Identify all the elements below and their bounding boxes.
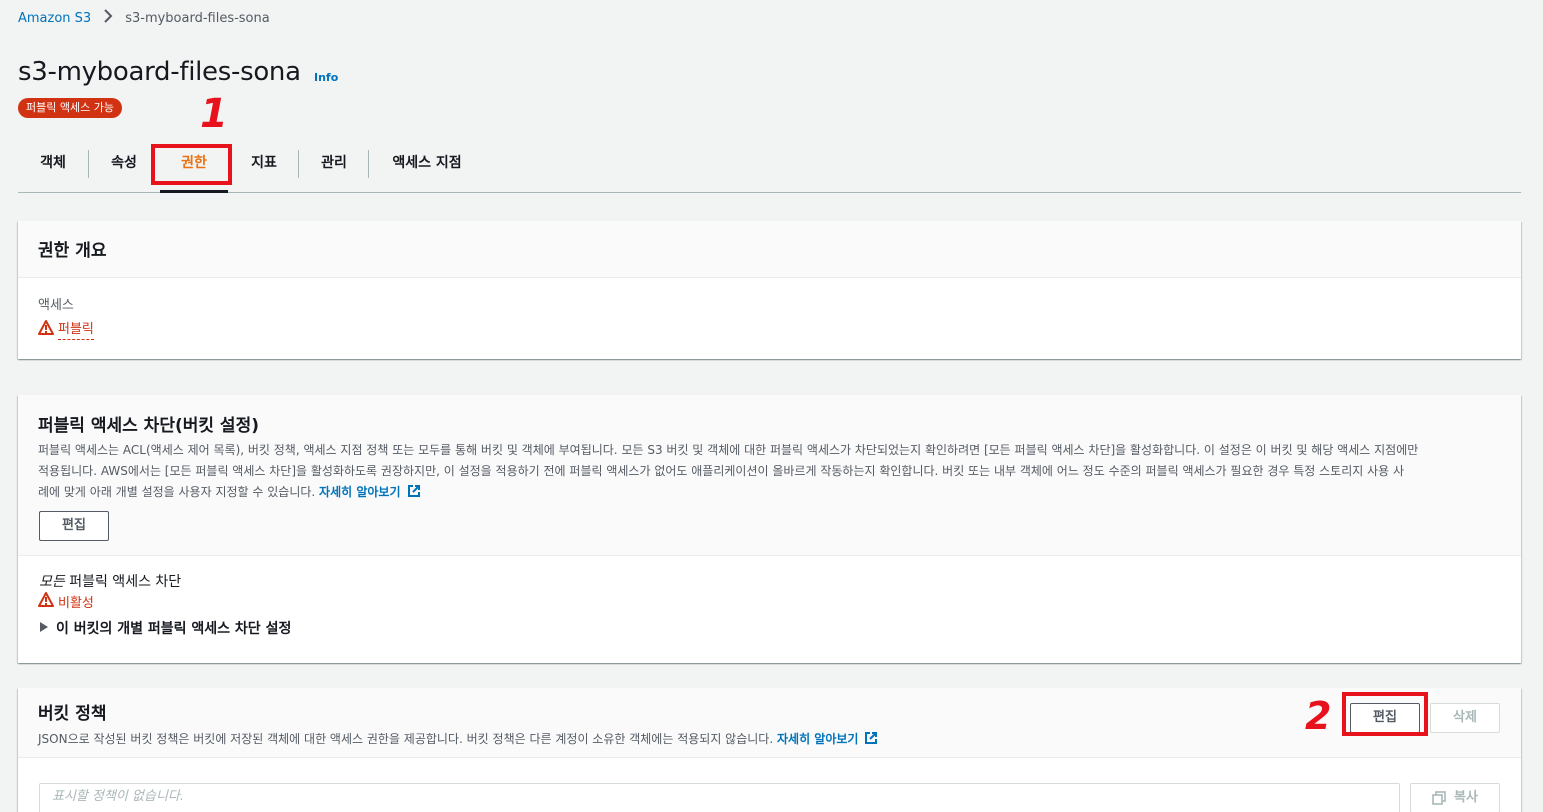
bucket-policy-delete-button[interactable]: 삭제 <box>1430 703 1500 733</box>
learn-more-text: 자세히 알아보기 <box>319 485 401 499</box>
all-block-label-italic: 모든 <box>39 574 65 590</box>
panel-header: 퍼블릭 액세스 차단(버킷 설정) 퍼블릭 액세스는 ACL(액세스 제어 목록… <box>18 395 1521 556</box>
copy-icon <box>1432 791 1446 805</box>
policy-editor[interactable]: 표시할 정책이 없습니다. <box>39 783 1400 812</box>
caret-right-icon <box>39 620 48 636</box>
warning-icon <box>38 592 58 611</box>
access-label: 액세스 <box>38 298 74 313</box>
copy-button-label: 복사 <box>1454 790 1478 805</box>
learn-more-link[interactable]: 자세히 알아보기 <box>777 732 878 746</box>
annotation-2: 2 <box>1305 694 1332 738</box>
panel-header: 버킷 정책 JSON으로 작성된 버킷 정책은 버킷에 저장된 객체에 대한 액… <box>18 688 1521 758</box>
access-value[interactable]: 퍼블릭 <box>38 318 94 340</box>
bucket-policy-panel: 버킷 정책 JSON으로 작성된 버킷 정책은 버킷에 저장된 객체에 대한 액… <box>18 688 1521 812</box>
block-public-access-panel: 퍼블릭 액세스 차단(버킷 설정) 퍼블릭 액세스는 ACL(액세스 제어 목록… <box>18 395 1521 663</box>
tab-properties[interactable]: 속성 <box>89 143 159 183</box>
tab-bar: 객체 속성 권한 지표 관리 액세스 지점 <box>18 143 1521 193</box>
breadcrumb-root-link[interactable]: Amazon S3 <box>18 11 91 26</box>
description-line: 적용됩니다. AWS에서는 [모든 퍼블릭 액세스 차단]을 활성화하도록 권장… <box>38 464 1405 478</box>
external-link-icon <box>864 731 878 752</box>
breadcrumb: Amazon S3 s3-myboard-files-sona <box>18 9 270 27</box>
description-text: JSON으로 작성된 버킷 정책은 버킷에 저장된 객체에 대한 액세스 권한을… <box>38 732 774 746</box>
panel-title: 권한 개요 <box>38 241 107 261</box>
chevron-right-icon <box>103 9 113 27</box>
active-tab-indicator <box>160 190 228 193</box>
policy-placeholder: 표시할 정책이 없습니다. <box>52 789 184 804</box>
block-status-text: 비활성 <box>58 596 94 611</box>
expander-label: 이 버킷의 개별 퍼블릭 액세스 차단 설정 <box>56 621 292 637</box>
description-line: 퍼블릭 액세스는 ACL(액세스 제어 목록), 버킷 정책, 액세스 지점 정… <box>38 443 1419 457</box>
panel-description: JSON으로 작성된 버킷 정책은 버킷에 저장된 객체에 대한 액세스 권한을… <box>38 729 1501 752</box>
tab-metrics[interactable]: 지표 <box>229 143 299 183</box>
tab-management[interactable]: 관리 <box>299 143 369 183</box>
learn-more-text: 자세히 알아보기 <box>776 732 859 746</box>
learn-more-link[interactable]: 자세히 알아보기 <box>319 485 420 499</box>
copy-button[interactable]: 복사 <box>1410 783 1500 812</box>
tab-access-points[interactable]: 액세스 지점 <box>369 143 485 183</box>
panel-title: 퍼블릭 액세스 차단(버킷 설정) <box>38 416 259 436</box>
page-title: s3-myboard-files-sona <box>18 57 301 87</box>
panel-title: 버킷 정책 <box>38 704 107 724</box>
block-public-edit-button[interactable]: 편집 <box>39 511 109 541</box>
warning-icon <box>38 319 58 339</box>
external-link-icon <box>407 484 421 505</box>
breadcrumb-current: s3-myboard-files-sona <box>125 10 270 26</box>
annotation-box-edit <box>1342 692 1428 736</box>
public-access-badge: 퍼블릭 액세스 가능 <box>18 98 122 118</box>
annotation-1: 1 <box>200 91 228 137</box>
tab-objects[interactable]: 객체 <box>18 143 88 183</box>
block-status: 비활성 <box>38 592 94 611</box>
panel-header: 권한 개요 <box>18 221 1521 278</box>
description-line: 례에 맞게 아래 개별 설정을 사용자 지정할 수 있습니다. 자세히 알아보기 <box>38 482 1501 505</box>
info-link[interactable]: Info <box>314 71 338 84</box>
permissions-overview-panel: 권한 개요 액세스 퍼블릭 <box>18 221 1521 359</box>
panel-description: 퍼블릭 액세스는 ACL(액세스 제어 목록), 버킷 정책, 액세스 지점 정… <box>38 440 1501 505</box>
individual-settings-expander[interactable]: 이 버킷의 개별 퍼블릭 액세스 차단 설정 <box>39 618 291 638</box>
all-block-label: 모든 퍼블릭 액세스 차단 <box>39 571 181 591</box>
all-block-label-rest: 퍼블릭 액세스 차단 <box>69 574 182 590</box>
annotation-box-tab <box>151 144 232 185</box>
description-text: 례에 맞게 아래 개별 설정을 사용자 지정할 수 있습니다. <box>38 485 316 499</box>
access-value-text: 퍼블릭 <box>58 318 94 340</box>
